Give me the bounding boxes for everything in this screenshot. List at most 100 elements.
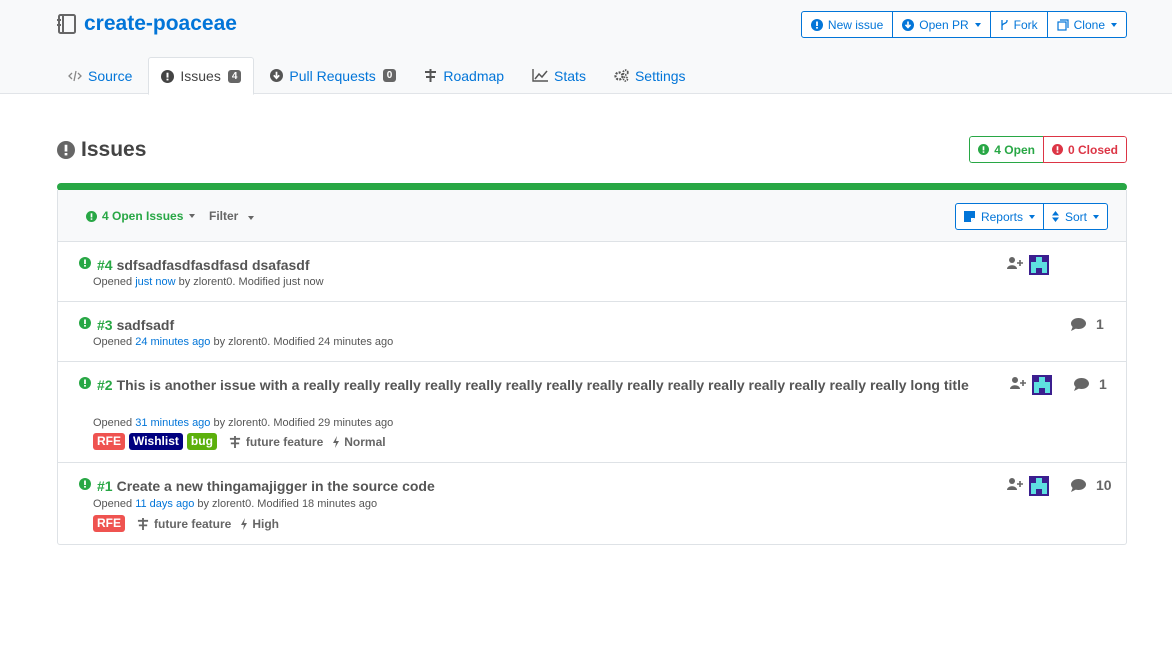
avatar[interactable] [1029,255,1049,275]
tab-label: Source [88,67,133,84]
comment-icon [1071,478,1086,492]
meta-prefix: Opened [93,276,136,288]
tab-stats[interactable]: Stats [520,57,598,94]
repo-tabs: Source Issues 4 Pull Requests 0 Roadmap … [56,57,702,95]
comment-count-value: 1 [1099,376,1107,392]
user-plus-icon[interactable] [1007,478,1023,490]
issue-number: #2 [97,377,113,393]
tab-label: Settings [634,67,686,84]
milestone-label: future feature [245,434,324,449]
repo-icon [57,14,76,34]
bolt-icon [333,435,340,448]
exclamation-circle-icon [57,141,75,159]
tag-rfe[interactable]: RFE [93,433,125,450]
exclamation-circle-icon [79,317,91,329]
arrow-circle-down-icon [270,69,284,82]
open-pr-button[interactable]: Open PR [893,12,991,37]
issue-title-line: #1 Create a new thingamajigger in the sou… [97,476,977,497]
repo-name-link[interactable]: create-poaceae [84,12,237,36]
closed-status-button[interactable]: 0 Closed [1042,136,1127,163]
filter-dropdown[interactable]: Filter [209,209,254,223]
priority-label: Normal [344,434,386,449]
avatar[interactable] [1032,375,1052,395]
comment-count[interactable]: 1 [1071,316,1104,332]
tag-rfe[interactable]: RFE [93,515,125,532]
opened-time-link[interactable]: 11 days ago [135,498,194,510]
clone-button[interactable]: Clone [1048,12,1126,37]
repo-title: create-poaceae [56,12,237,36]
issue-meta: Opened just now by zlorent0. Modified ju… [93,276,324,288]
meta-suffix: by zlorent0. Modified 18 minutes ago [194,498,378,510]
fork-label: Fork [1013,17,1038,32]
issue-title-link[interactable]: sdfsadfasdfasdfasd dsafasdf [117,257,310,273]
open-pr-label: Open PR [919,17,969,32]
issue-title-line: #2 This is another issue with a really re… [97,375,977,396]
status-toggle: 4 Open 0 Closed [969,136,1127,163]
opened-time-link[interactable]: 31 minutes ago [135,417,210,429]
tab-settings[interactable]: Settings [602,57,698,94]
opened-time-link[interactable]: 24 minutes ago [135,336,210,348]
report-icon [963,211,975,222]
roadmap-icon [425,69,437,82]
tab-roadmap[interactable]: Roadmap [412,57,516,94]
issue-row: #3 sadfsadf Opened 24 minutes ago by zlor… [58,302,1126,362]
sort-label: Sort [1064,209,1087,224]
user-plus-icon[interactable] [1007,257,1023,269]
fork-button[interactable]: Fork [991,12,1048,37]
issue-meta: Opened 11 days ago by zlorent0. Modified… [93,498,377,510]
tab-source[interactable]: Source [56,57,144,94]
opened-time-link[interactable]: just now [135,276,175,288]
tab-label: Issues [180,68,221,84]
clone-icon [1057,18,1069,31]
issue-row: #4 sdfsadfasdfasdfasd dsafasdf Opened jus… [58,242,1126,302]
open-issues-dropdown[interactable]: 4 Open Issues [86,209,196,223]
issues-count-badge: 4 [227,69,242,83]
pr-count-badge: 0 [382,69,397,82]
avatar[interactable] [1029,476,1049,496]
priority-tag[interactable]: High [241,517,279,531]
bolt-icon [241,517,248,530]
meta-suffix: by zlorent0. Modified 29 minutes ago [210,417,394,429]
issue-number: #3 [97,317,113,333]
user-plus-icon[interactable] [1010,377,1026,389]
new-issue-label: New issue [827,17,884,32]
issue-row: #2 This is another issue with a really re… [58,362,1126,463]
milestone-tag[interactable]: future feature [229,435,323,449]
tab-pull-requests[interactable]: Pull Requests 0 [258,57,408,94]
issues-toolbar: 4 Open Issues Filter Reports Sort [58,190,1126,242]
chevron-down-icon [247,216,254,220]
meta-suffix: by zlorent0. Modified just now [175,276,324,288]
tab-label: Stats [554,67,586,84]
open-issues-label: 4 Open Issues [102,209,184,223]
issue-title-link[interactable]: This is another issue with a really real… [117,377,969,393]
issue-row: #1 Create a new thingamajigger in the sou… [58,463,1126,544]
issue-title-link[interactable]: sadfsadf [117,317,175,333]
tab-issues[interactable]: Issues 4 [148,57,255,95]
tag-wishlist[interactable]: Wishlist [129,433,183,450]
tab-label: Pull Requests [289,67,376,84]
tag-bug[interactable]: bug [186,433,217,450]
comment-count[interactable]: 10 [1071,477,1112,493]
roadmap-icon [137,517,149,530]
exclamation-circle-icon [79,478,91,490]
open-status-button[interactable]: 4 Open [969,136,1043,163]
comment-icon [1074,377,1089,391]
arrow-circle-down-icon [902,18,915,31]
reports-dropdown[interactable]: Reports [956,204,1044,229]
milestone-label: future feature [154,516,232,531]
exclamation-circle-icon [161,69,175,83]
tab-label: Roadmap [443,67,505,84]
chevron-down-icon [1028,214,1035,219]
comment-icon [1071,317,1086,331]
priority-tag[interactable]: Normal [333,434,386,449]
sort-dropdown[interactable]: Sort [1044,204,1107,229]
comment-count[interactable]: 1 [1074,376,1107,392]
meta-prefix: Opened [93,498,136,510]
milestone-tag[interactable]: future feature [137,517,231,531]
code-icon [68,70,82,81]
chevron-down-icon [1111,22,1117,27]
issue-title-link[interactable]: Create a new thingamajigger in the sourc… [117,478,435,494]
issue-title-line: #3 sadfsadf [97,315,977,336]
new-issue-button[interactable]: New issue [802,12,894,37]
comment-count-value: 1 [1096,316,1104,332]
